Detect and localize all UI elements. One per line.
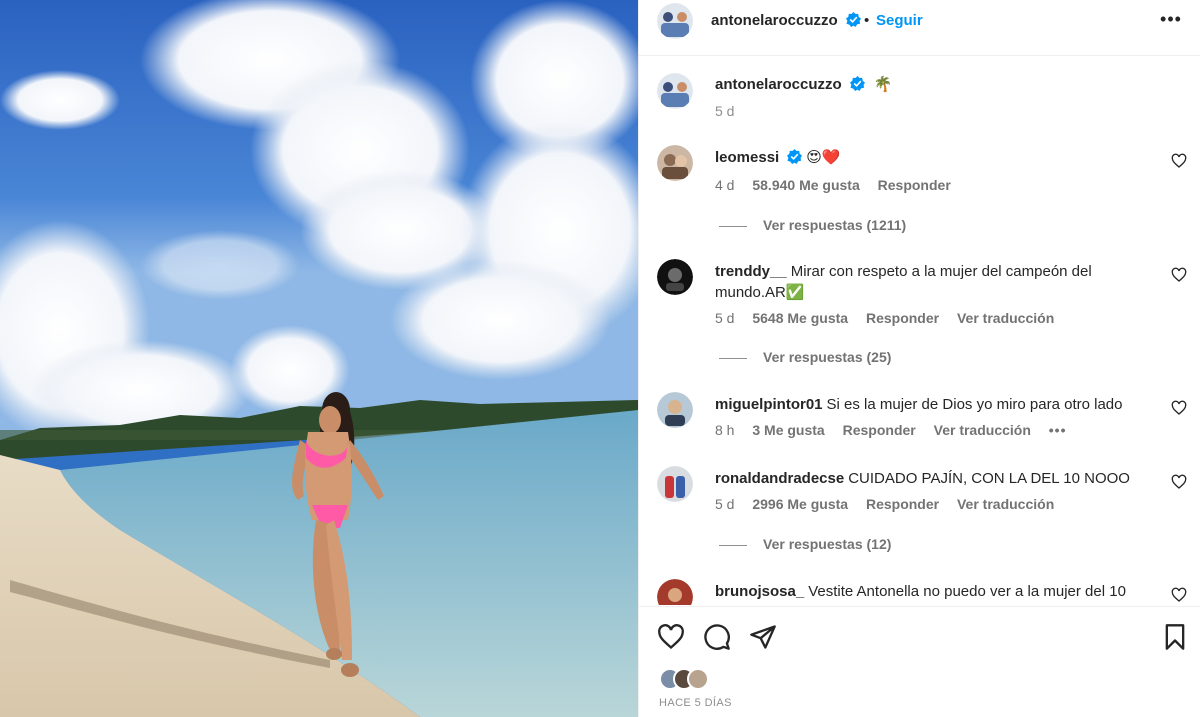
commenter-avatar[interactable] bbox=[657, 145, 693, 181]
commenter-avatar[interactable] bbox=[657, 466, 693, 502]
comment-heart-icon[interactable] bbox=[1171, 474, 1187, 490]
comment-body: trenddy__ Mirar con respeto a la mujer de… bbox=[715, 261, 1155, 303]
commenter-avatar[interactable] bbox=[657, 392, 693, 428]
comment-meta: 4 d 58.940 Me gusta Responder bbox=[715, 177, 965, 193]
comment-meta: 5 d 5648 Me gusta Responder Ver traducci… bbox=[715, 310, 1068, 326]
commenter-avatar[interactable] bbox=[657, 259, 693, 295]
post-photo[interactable] bbox=[0, 0, 638, 717]
comment-item: miguelpintor01 Si es la mujer de Dios yo … bbox=[639, 392, 1200, 448]
translate-button[interactable]: Ver traducción bbox=[934, 422, 1031, 438]
beach-photo-image bbox=[0, 0, 638, 717]
heart-icon[interactable] bbox=[657, 623, 685, 651]
comment-body: miguelpintor01 Si es la mujer de Dios yo … bbox=[715, 394, 1155, 415]
view-replies-button[interactable]: Ver respuestas (12) bbox=[719, 536, 891, 552]
comment-likes[interactable]: 2996 Me gusta bbox=[752, 496, 848, 512]
comment-item: trenddy__ Mirar con respeto a la mujer de… bbox=[639, 259, 1200, 379]
replies-label[interactable]: Ver respuestas (25) bbox=[763, 349, 891, 365]
comment-heart-icon[interactable] bbox=[1171, 267, 1187, 283]
commenter-username[interactable]: leomessi bbox=[715, 149, 779, 166]
replies-divider bbox=[719, 357, 747, 359]
comment-likes[interactable]: 3 Me gusta bbox=[752, 422, 824, 438]
comments-list[interactable]: antonelaroccuzzo 🌴 5 d leomessi 😍❤️ 4 d 5… bbox=[639, 57, 1200, 605]
author-username-header[interactable]: antonelaroccuzzo bbox=[711, 12, 861, 29]
comment-body: leomessi 😍❤️ bbox=[715, 147, 1155, 168]
comment-time: 5 d bbox=[715, 496, 735, 512]
comment-likes[interactable]: 5648 Me gusta bbox=[752, 310, 848, 326]
commenter-username[interactable]: brunojsosa_ bbox=[715, 583, 804, 600]
commenter-avatar[interactable] bbox=[657, 579, 693, 605]
reply-button[interactable]: Responder bbox=[866, 310, 939, 326]
comment-meta: 8 h 3 Me gusta Responder Ver traducción … bbox=[715, 422, 1081, 438]
comment-time: 5 d bbox=[715, 310, 735, 326]
reply-button[interactable]: Responder bbox=[843, 422, 916, 438]
comment-heart-icon[interactable] bbox=[1171, 400, 1187, 416]
liked-by-avatars[interactable] bbox=[659, 668, 719, 692]
replies-label[interactable]: Ver respuestas (12) bbox=[763, 536, 891, 552]
post-caption: antonelaroccuzzo 🌴 5 d bbox=[639, 57, 1200, 137]
commenter-username[interactable]: trenddy__ bbox=[715, 263, 787, 280]
caption-line: antonelaroccuzzo 🌴 bbox=[715, 75, 892, 94]
comment-heart-icon[interactable] bbox=[1171, 153, 1187, 169]
comment-text: 😍❤️ bbox=[806, 149, 841, 166]
replies-divider bbox=[719, 544, 747, 546]
comment-text: Vestite Antonella no puedo ver a la muje… bbox=[808, 583, 1126, 600]
comment-item: ronaldandradecse CUIDADO PAJÍN, CON LA DE… bbox=[639, 466, 1200, 566]
commenter-username[interactable]: ronaldandradecse bbox=[715, 470, 844, 487]
author-username[interactable]: antonelaroccuzzo bbox=[711, 12, 838, 29]
comment-likes[interactable]: 58.940 Me gusta bbox=[752, 177, 859, 193]
follow-button[interactable]: Seguir bbox=[876, 12, 923, 29]
separator-dot: • bbox=[864, 12, 870, 29]
more-options-icon[interactable]: ••• bbox=[1159, 10, 1183, 32]
comment-meta: 5 d 2996 Me gusta Responder Ver traducci… bbox=[715, 496, 1068, 512]
view-replies-button[interactable]: Ver respuestas (25) bbox=[719, 349, 891, 365]
commenter-username[interactable]: miguelpintor01 bbox=[715, 396, 823, 413]
comment-body: brunojsosa_ Vestite Antonella no puedo ve… bbox=[715, 581, 1155, 602]
comment-heart-icon[interactable] bbox=[1171, 587, 1187, 603]
caption-text: 🌴 bbox=[873, 76, 893, 93]
comment-time: 8 h bbox=[715, 422, 735, 438]
comment-text: CUIDADO PAJÍN, CON LA DEL 10 NOOO bbox=[848, 470, 1130, 487]
comment-time: 4 d bbox=[715, 177, 735, 193]
post-panel: antonelaroccuzzo • Seguir ••• antonelaro… bbox=[638, 0, 1200, 717]
comment-more-options-icon[interactable]: ••• bbox=[1049, 422, 1067, 438]
translate-button[interactable]: Ver traducción bbox=[957, 310, 1054, 326]
verified-badge-icon bbox=[850, 76, 866, 91]
caption-timestamp: 5 d bbox=[715, 103, 735, 119]
comment-icon[interactable] bbox=[703, 623, 731, 651]
replies-divider bbox=[719, 225, 747, 227]
comment-text: Si es la mujer de Dios yo miro para otro… bbox=[826, 396, 1123, 413]
translate-button[interactable]: Ver traducción bbox=[957, 496, 1054, 512]
view-replies-button[interactable]: Ver respuestas (1211) bbox=[719, 217, 906, 233]
reply-button[interactable]: Responder bbox=[878, 177, 951, 193]
reply-button[interactable]: Responder bbox=[866, 496, 939, 512]
verified-badge-icon bbox=[845, 12, 861, 27]
post-timestamp[interactable]: HACE 5 DÍAS bbox=[659, 697, 732, 709]
caption-username[interactable]: antonelaroccuzzo bbox=[715, 76, 842, 93]
caption-author-avatar[interactable] bbox=[657, 73, 693, 109]
send-icon[interactable] bbox=[749, 623, 777, 651]
bookmark-icon[interactable] bbox=[1161, 623, 1189, 651]
author-avatar[interactable] bbox=[657, 3, 693, 39]
replies-label[interactable]: Ver respuestas (1211) bbox=[763, 217, 906, 233]
liker-avatar bbox=[687, 668, 709, 690]
comment-item: leomessi 😍❤️ 4 d 58.940 Me gusta Responde… bbox=[639, 145, 1200, 245]
comment-body: ronaldandradecse CUIDADO PAJÍN, CON LA DE… bbox=[715, 468, 1155, 489]
comment-item: brunojsosa_ Vestite Antonella no puedo ve… bbox=[639, 579, 1200, 605]
post-header: antonelaroccuzzo • Seguir ••• bbox=[639, 0, 1200, 56]
verified-badge-icon bbox=[787, 149, 803, 164]
post-actions: HACE 5 DÍAS bbox=[639, 606, 1200, 717]
